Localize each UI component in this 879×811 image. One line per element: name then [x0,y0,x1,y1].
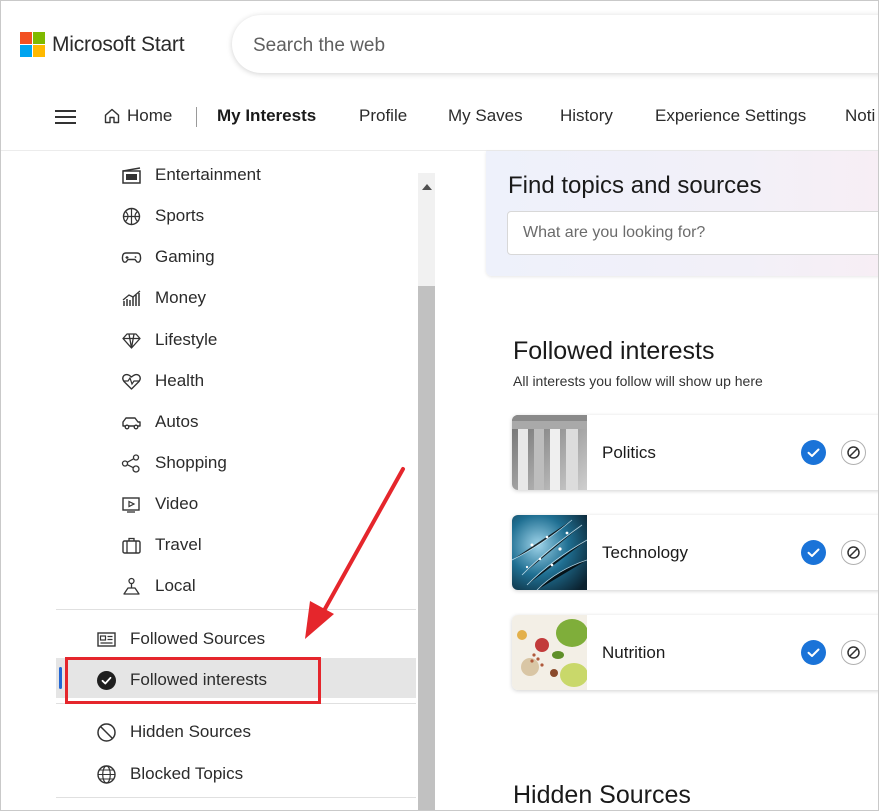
annotation-arrow-icon [305,467,405,639]
app-window: Microsoft Start Search the web Home My I… [0,0,879,811]
